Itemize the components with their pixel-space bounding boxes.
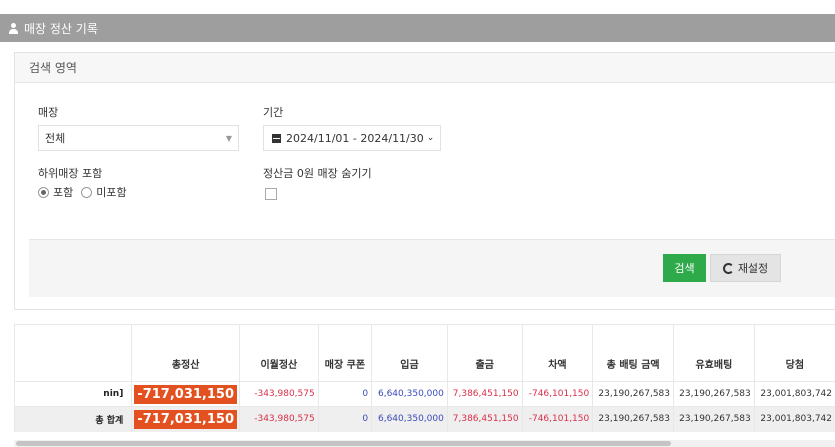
action-area: 검색 재설정 — [29, 239, 835, 297]
period-select-value: 2024/11/01 - 2024/11/30 — [286, 131, 424, 145]
row-carry: -343,980,575 — [239, 381, 319, 407]
sub-store-radio-group: 포함 미포함 — [38, 184, 135, 200]
total-badge: -717,031,150 — [134, 409, 237, 429]
col-header-diff[interactable]: 차액 — [521, 324, 593, 382]
store-select[interactable]: 전체 ▼ — [38, 125, 239, 151]
store-label: 매장 — [38, 106, 59, 119]
col-header-coupon[interactable]: 매장 쿠폰 — [317, 324, 372, 382]
col-header-bet-total[interactable]: 총 배팅 금액 — [592, 324, 674, 382]
row-deposit: 6,640,350,000 — [371, 406, 448, 432]
row-valid-bet: 23,190,267,583 — [673, 406, 755, 432]
col-header-valid-bet[interactable]: 유효배팅 — [673, 324, 755, 382]
total-badge: -717,031,150 — [134, 384, 237, 404]
page-header: 매장 정산 기록 — [0, 14, 835, 42]
period-label: 기간 — [263, 106, 284, 119]
hide-zero-checkbox[interactable] — [265, 188, 277, 200]
col-header-win[interactable]: 당첨 — [753, 324, 835, 382]
radio-include[interactable] — [38, 186, 49, 198]
settlement-table: 총정산 이월정산 매장 쿠폰 입금 출금 차액 총 배팅 금액 유효배팅 당첨 … — [13, 324, 835, 432]
page-title: 매장 정산 기록 — [24, 21, 98, 36]
table-header-row: 총정산 이월정산 매장 쿠폰 입금 출금 차액 총 배팅 금액 유효배팅 당첨 — [13, 324, 835, 382]
refresh-icon — [722, 262, 734, 274]
row-coupon: 0 — [317, 406, 372, 432]
row-bet-total: 23,190,267,583 — [592, 381, 674, 407]
search-button[interactable]: 검색 — [663, 254, 706, 282]
row-bet-total: 23,190,267,583 — [592, 406, 674, 432]
radio-include-label[interactable]: 포함 — [53, 184, 73, 200]
scrollbar-thumb[interactable] — [16, 441, 671, 446]
row-total-label: 총 합계 — [13, 406, 132, 432]
row-win: 23,001,803,742 — [753, 406, 835, 432]
sub-store-label: 하위매장 포함 — [38, 167, 103, 180]
user-icon — [8, 22, 19, 34]
table-total-row: 총 합계 -717,031,150 -343,980,575 0 6,640,3… — [13, 406, 835, 432]
col-header-total[interactable]: 총정산 — [131, 324, 240, 382]
row-valid-bet: 23,190,267,583 — [673, 381, 755, 407]
period-select[interactable]: 2024/11/01 - 2024/11/30 ⌄ — [263, 125, 441, 151]
hide-zero-label: 정산금 0원 매장 숨기기 — [263, 167, 372, 180]
row-coupon: 0 — [317, 381, 372, 407]
row-total: -717,031,150 — [131, 406, 240, 432]
col-header-carry[interactable]: 이월정산 — [239, 324, 319, 382]
row-carry: -343,980,575 — [239, 406, 319, 432]
calendar-icon — [272, 133, 281, 143]
caret-down-icon: ▼ — [225, 134, 232, 143]
row-diff: -746,101,150 — [521, 406, 593, 432]
row-store-name[interactable]: nin] — [13, 381, 132, 407]
search-panel-title: 검색 영역 — [15, 53, 835, 83]
row-withdraw: 7,386,451,150 — [446, 381, 523, 407]
col-header-deposit[interactable]: 입금 — [371, 324, 448, 382]
row-diff: -746,101,150 — [521, 381, 593, 407]
reset-button[interactable]: 재설정 — [710, 254, 781, 282]
reset-button-label: 재설정 — [737, 262, 769, 275]
table-row[interactable]: nin] -717,031,150 -343,980,575 0 6,640,3… — [13, 381, 835, 407]
row-deposit: 6,640,350,000 — [371, 381, 448, 407]
radio-exclude-label[interactable]: 미포함 — [96, 184, 126, 200]
store-select-value: 전체 — [45, 132, 66, 145]
search-panel: 검색 영역 매장 전체 ▼ 기간 2024/11/01 - 2024/11/30… — [14, 52, 835, 310]
col-header-name — [13, 324, 132, 382]
radio-exclude[interactable] — [81, 186, 93, 198]
row-total: -717,031,150 — [131, 381, 240, 407]
chevron-down-icon: ⌄ — [426, 133, 435, 143]
col-header-withdraw[interactable]: 출금 — [446, 324, 523, 382]
row-win: 23,001,803,742 — [753, 381, 835, 407]
row-withdraw: 7,386,451,150 — [446, 406, 523, 432]
